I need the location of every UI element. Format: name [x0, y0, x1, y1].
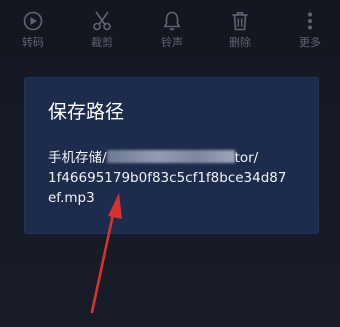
path-line-3: ef.mp3: [48, 190, 95, 206]
dialog-title: 保存路径: [48, 101, 125, 123]
convert-button[interactable]: 转码: [11, 10, 55, 56]
cut-label: 裁剪: [91, 36, 113, 49]
ringtone-button[interactable]: 铃声: [150, 10, 194, 56]
convert-label: 转码: [22, 36, 44, 49]
ringtone-label: 铃声: [161, 36, 183, 49]
more-icon: [299, 10, 321, 32]
convert-icon: [22, 10, 44, 32]
trash-icon: [229, 10, 251, 32]
delete-button[interactable]: 删除: [218, 10, 262, 56]
save-path-dialog: 保存路径 手机存储/tor/ 1f46695179b0f83c5cf1f8bce…: [25, 78, 318, 233]
path-prefix: 手机存储/: [48, 150, 107, 166]
screen: 转码 裁剪 铃声 删除 更多 保存路径 手机存储/ tor/ 1f4669517…: [0, 0, 340, 327]
save-path-text: 手机存储/tor/ 1f46695179b0f83c5cf1f8bce34d87…: [48, 148, 310, 208]
redacted-segment: [106, 150, 235, 163]
toolbar: 转码 裁剪 铃声 删除 更多: [0, 0, 340, 58]
more-button[interactable]: 更多: [288, 10, 332, 56]
more-label: 更多: [299, 36, 321, 49]
path-line-2: 1f46695179b0f83c5cf1f8bce34d87: [48, 170, 287, 186]
scissors-icon: [91, 10, 113, 32]
path-line-1: 手机存储/tor/: [48, 148, 310, 168]
path-suffix: tor/: [234, 150, 259, 166]
cut-button[interactable]: 裁剪: [80, 10, 124, 56]
delete-label: 删除: [229, 36, 251, 49]
bell-icon: [161, 10, 183, 32]
